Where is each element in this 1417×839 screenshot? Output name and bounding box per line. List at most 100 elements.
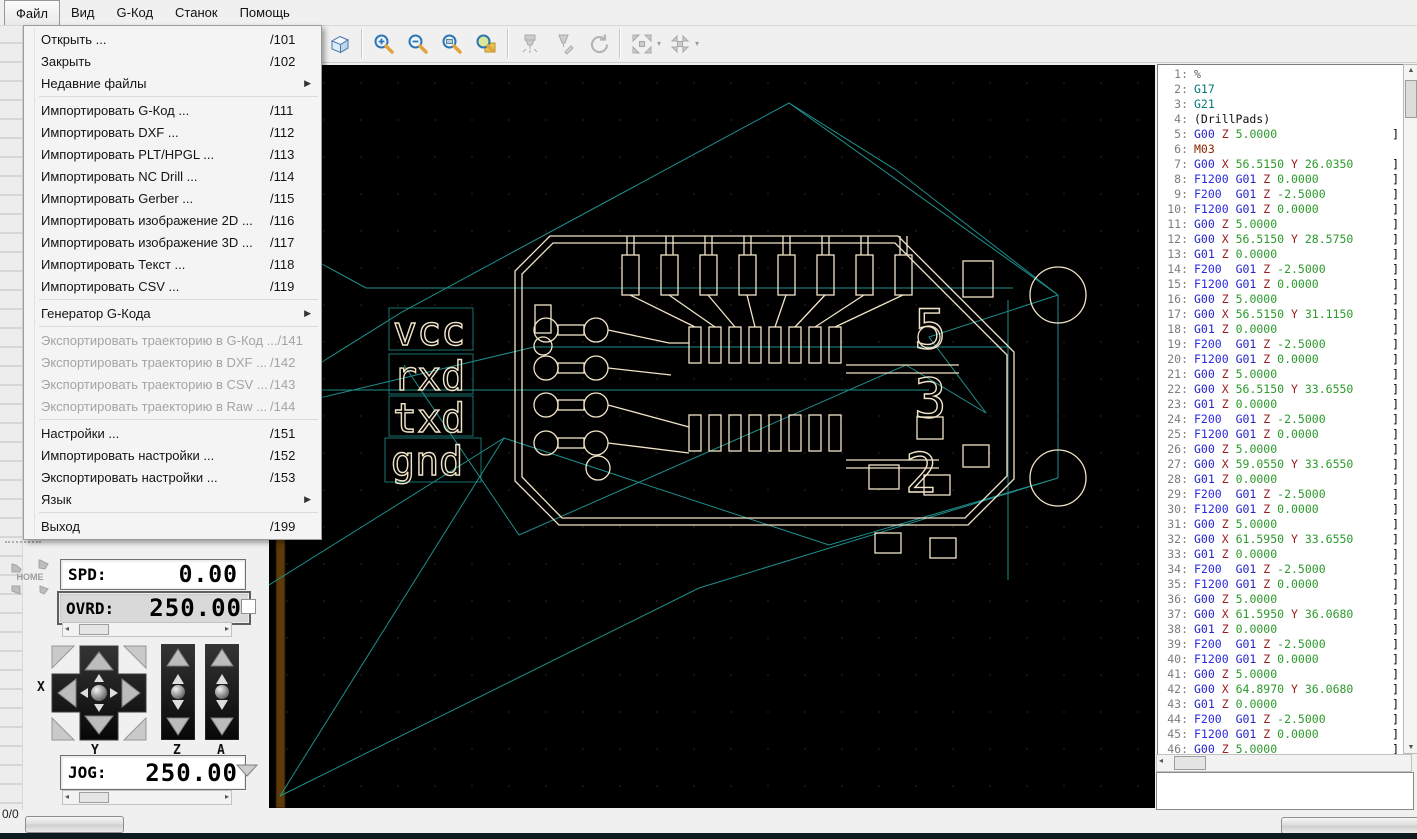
menu-item[interactable]: Язык▶ (24, 488, 321, 510)
gcode-line[interactable]: 17:G00 X 56.5150 Y 31.1150] (1158, 307, 1404, 322)
gcode-line[interactable]: 19:F200 G01 Z -2.5000] (1158, 337, 1404, 352)
gcode-line[interactable]: 16:G00 Z 5.0000] (1158, 292, 1404, 307)
gcode-line[interactable]: 9:F200 G01 Z -2.5000] (1158, 187, 1404, 202)
gcode-vertical-scrollbar[interactable]: ▲ ▼ (1403, 64, 1417, 754)
menu-item[interactable]: Настройки .../151 (24, 422, 321, 444)
gcode-line[interactable]: 44:F200 G01 Z -2.5000] (1158, 712, 1404, 727)
gcode-line[interactable]: 15:F1200 G01 Z 0.0000] (1158, 277, 1404, 292)
menu-item[interactable]: Закрыть/102 (24, 50, 321, 72)
command-input[interactable] (1156, 772, 1414, 810)
scroll-left-arrow[interactable]: ◂ (1159, 755, 1163, 766)
menu-item[interactable]: Импортировать изображение 3D .../117 (24, 231, 321, 253)
left-dock-splitter[interactable] (0, 25, 23, 810)
gcode-line[interactable]: 28:G01 Z 0.0000] (1158, 472, 1404, 487)
zoom-in-button[interactable] (367, 27, 401, 60)
zoom-region-button[interactable] (469, 27, 503, 60)
jog-dropdown-button[interactable] (236, 764, 258, 783)
gcode-line[interactable]: 1:% (1158, 67, 1404, 82)
gcode-line[interactable]: 11:G00 Z 5.0000] (1158, 217, 1404, 232)
slider-thumb[interactable] (79, 624, 109, 635)
zoom-fit-button[interactable] (435, 27, 469, 60)
gcode-line[interactable]: 33:G01 Z 0.0000] (1158, 547, 1404, 562)
gcode-line[interactable]: 45:F1200 G01 Z 0.0000] (1158, 727, 1404, 742)
gcode-line[interactable]: 24:F200 G01 Z -2.5000] (1158, 412, 1404, 427)
slider-left-arrow[interactable]: ◂ (65, 623, 69, 634)
gcode-line[interactable]: 42:G00 X 64.8970 Y 36.0680] (1158, 682, 1404, 697)
gcode-line[interactable]: 2:G17 (1158, 82, 1404, 97)
gcode-line[interactable]: 34:F200 G01 Z -2.5000] (1158, 562, 1404, 577)
jog-xy-diag-ne[interactable] (124, 646, 146, 668)
gcode-line[interactable]: 30:F1200 G01 Z 0.0000] (1158, 502, 1404, 517)
jog-pad-xy[interactable] (50, 644, 148, 747)
gcode-line[interactable]: 37:G00 X 61.5950 Y 36.0680] (1158, 607, 1404, 622)
menu-item[interactable]: Импортировать PLT/HPGL .../113 (24, 143, 321, 165)
gcode-line[interactable]: 10:F1200 G01 Z 0.0000] (1158, 202, 1404, 217)
scrollbar-thumb[interactable] (1405, 80, 1417, 118)
gcode-line[interactable]: 31:G00 Z 5.0000] (1158, 517, 1404, 532)
jog-pad-a[interactable] (205, 644, 239, 745)
gcode-line[interactable]: 5:G00 Z 5.0000] (1158, 127, 1404, 142)
menu-item[interactable]: Импортировать изображение 2D .../116 (24, 209, 321, 231)
gcode-line[interactable]: 35:F1200 G01 Z 0.0000] (1158, 577, 1404, 592)
menu-item[interactable]: Импортировать CSV .../119 (24, 275, 321, 297)
menu-item[interactable]: Импортировать NC Drill .../114 (24, 165, 321, 187)
jog-a-center-knob[interactable] (215, 685, 229, 699)
jog-xy-diag-sw[interactable] (52, 718, 74, 740)
menu-1[interactable]: Вид (60, 0, 106, 25)
gcode-line[interactable]: 6:M03 (1158, 142, 1404, 157)
scroll-up-arrow[interactable]: ▲ (1404, 67, 1417, 74)
gcode-line[interactable]: 27:G00 X 59.0550 Y 33.6550] (1158, 457, 1404, 472)
gcode-line[interactable]: 26:G00 Z 5.0000] (1158, 442, 1404, 457)
menu-item[interactable]: Импортировать G-Код .../111 (24, 99, 321, 121)
jog-pad-z[interactable] (161, 644, 195, 745)
menu-item[interactable]: Импортировать DXF .../112 (24, 121, 321, 143)
gcode-line[interactable]: 22:G00 X 56.5150 Y 33.6550] (1158, 382, 1404, 397)
menu-item[interactable]: Недавние файлы▶ (24, 72, 321, 94)
override-checkbox[interactable] (241, 599, 256, 614)
scroll-down-arrow[interactable]: ▼ (1404, 744, 1417, 751)
gcode-line[interactable]: 29:F200 G01 Z -2.5000] (1158, 487, 1404, 502)
jog-slider[interactable]: ◂ ▸ (62, 790, 232, 805)
gcode-viewport[interactable]: vcc rxd txd gnd 5 3 2 (269, 65, 1155, 808)
slider-left-arrow[interactable]: ◂ (65, 791, 69, 802)
menu-item[interactable]: Экспортировать настройки .../153 (24, 466, 321, 488)
home-button[interactable]: HOME (6, 548, 54, 606)
jog-xy-center-knob[interactable] (91, 685, 107, 701)
menu-2[interactable]: G-Код (106, 0, 165, 25)
view-3d-button[interactable] (323, 27, 357, 60)
slider-right-arrow[interactable]: ▸ (225, 623, 229, 634)
jog-xy-diag-nw[interactable] (52, 646, 74, 668)
gcode-horizontal-scrollbar[interactable]: ◂ (1156, 754, 1412, 772)
gcode-line[interactable]: 3:G21 (1158, 97, 1404, 112)
menu-3[interactable]: Станок (164, 0, 229, 25)
menu-item[interactable]: Импортировать Gerber .../115 (24, 187, 321, 209)
gcode-line[interactable]: 38:G01 Z 0.0000] (1158, 622, 1404, 637)
gcode-line[interactable]: 14:F200 G01 Z -2.5000] (1158, 262, 1404, 277)
scrollbar-thumb[interactable] (1174, 756, 1206, 770)
jog-xy-diag-se[interactable] (124, 718, 146, 740)
gcode-line[interactable]: 18:G01 Z 0.0000] (1158, 322, 1404, 337)
menu-item[interactable]: Генератор G-Кода▶ (24, 302, 321, 324)
override-slider[interactable]: ◂ ▸ (62, 622, 232, 637)
gcode-line[interactable]: 4:(DrillPads) (1158, 112, 1404, 127)
gcode-line[interactable]: 21:G00 Z 5.0000] (1158, 367, 1404, 382)
gcode-line[interactable]: 23:G01 Z 0.0000] (1158, 397, 1404, 412)
gcode-line[interactable]: 12:G00 X 56.5150 Y 28.5750] (1158, 232, 1404, 247)
menu-4[interactable]: Помощь (229, 0, 301, 25)
menu-item[interactable]: Импортировать Текст .../118 (24, 253, 321, 275)
gcode-line[interactable]: 25:F1200 G01 Z 0.0000] (1158, 427, 1404, 442)
menu-0[interactable]: Файл (4, 0, 60, 25)
gcode-line[interactable]: 39:F200 G01 Z -2.5000] (1158, 637, 1404, 652)
zoom-out-button[interactable] (401, 27, 435, 60)
gcode-line[interactable]: 36:G00 Z 5.0000] (1158, 592, 1404, 607)
jog-z-center-knob[interactable] (171, 685, 185, 699)
gcode-line[interactable]: 32:G00 X 61.5950 Y 33.6550] (1158, 532, 1404, 547)
slider-thumb[interactable] (79, 792, 109, 803)
gcode-listing[interactable]: 1:%2:G173:G214:(DrillPads)5:G00 Z 5.0000… (1157, 64, 1405, 756)
menu-item[interactable]: Импортировать настройки .../152 (24, 444, 321, 466)
gcode-line[interactable]: 40:F1200 G01 Z 0.0000] (1158, 652, 1404, 667)
gcode-line[interactable]: 7:G00 X 56.5150 Y 26.0350] (1158, 157, 1404, 172)
gcode-line[interactable]: 20:F1200 G01 Z 0.0000] (1158, 352, 1404, 367)
menu-item[interactable]: Открыть .../101 (24, 28, 321, 50)
slider-right-arrow[interactable]: ▸ (225, 791, 229, 802)
